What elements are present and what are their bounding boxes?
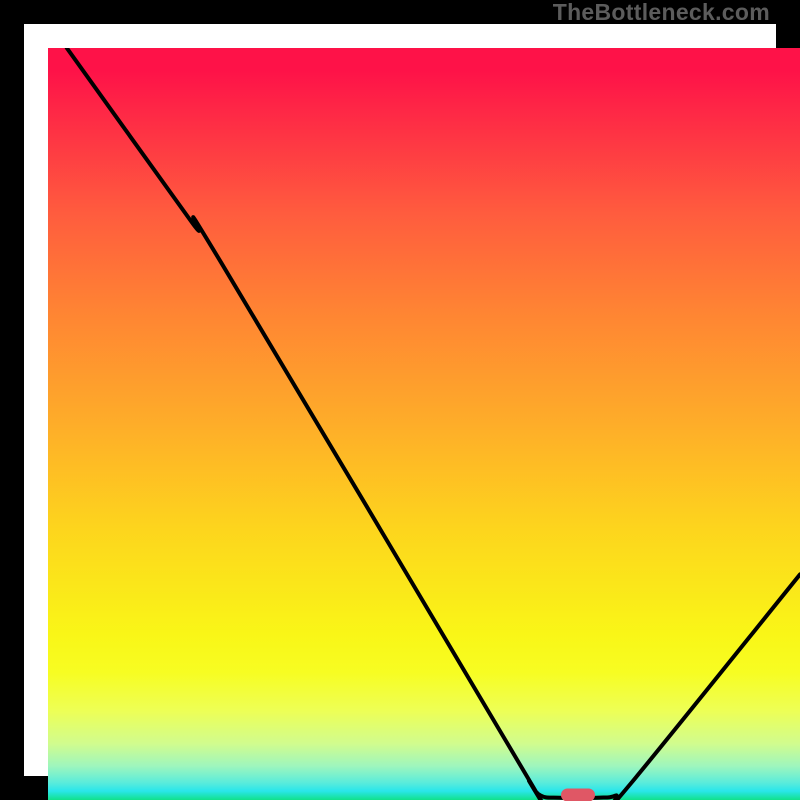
curve-line bbox=[67, 48, 800, 800]
watermark-text: TheBottleneck.com bbox=[553, 0, 770, 26]
chart-frame bbox=[0, 0, 800, 800]
plot-area bbox=[48, 48, 800, 800]
curve-layer bbox=[48, 48, 800, 800]
marker-pill bbox=[561, 788, 595, 801]
